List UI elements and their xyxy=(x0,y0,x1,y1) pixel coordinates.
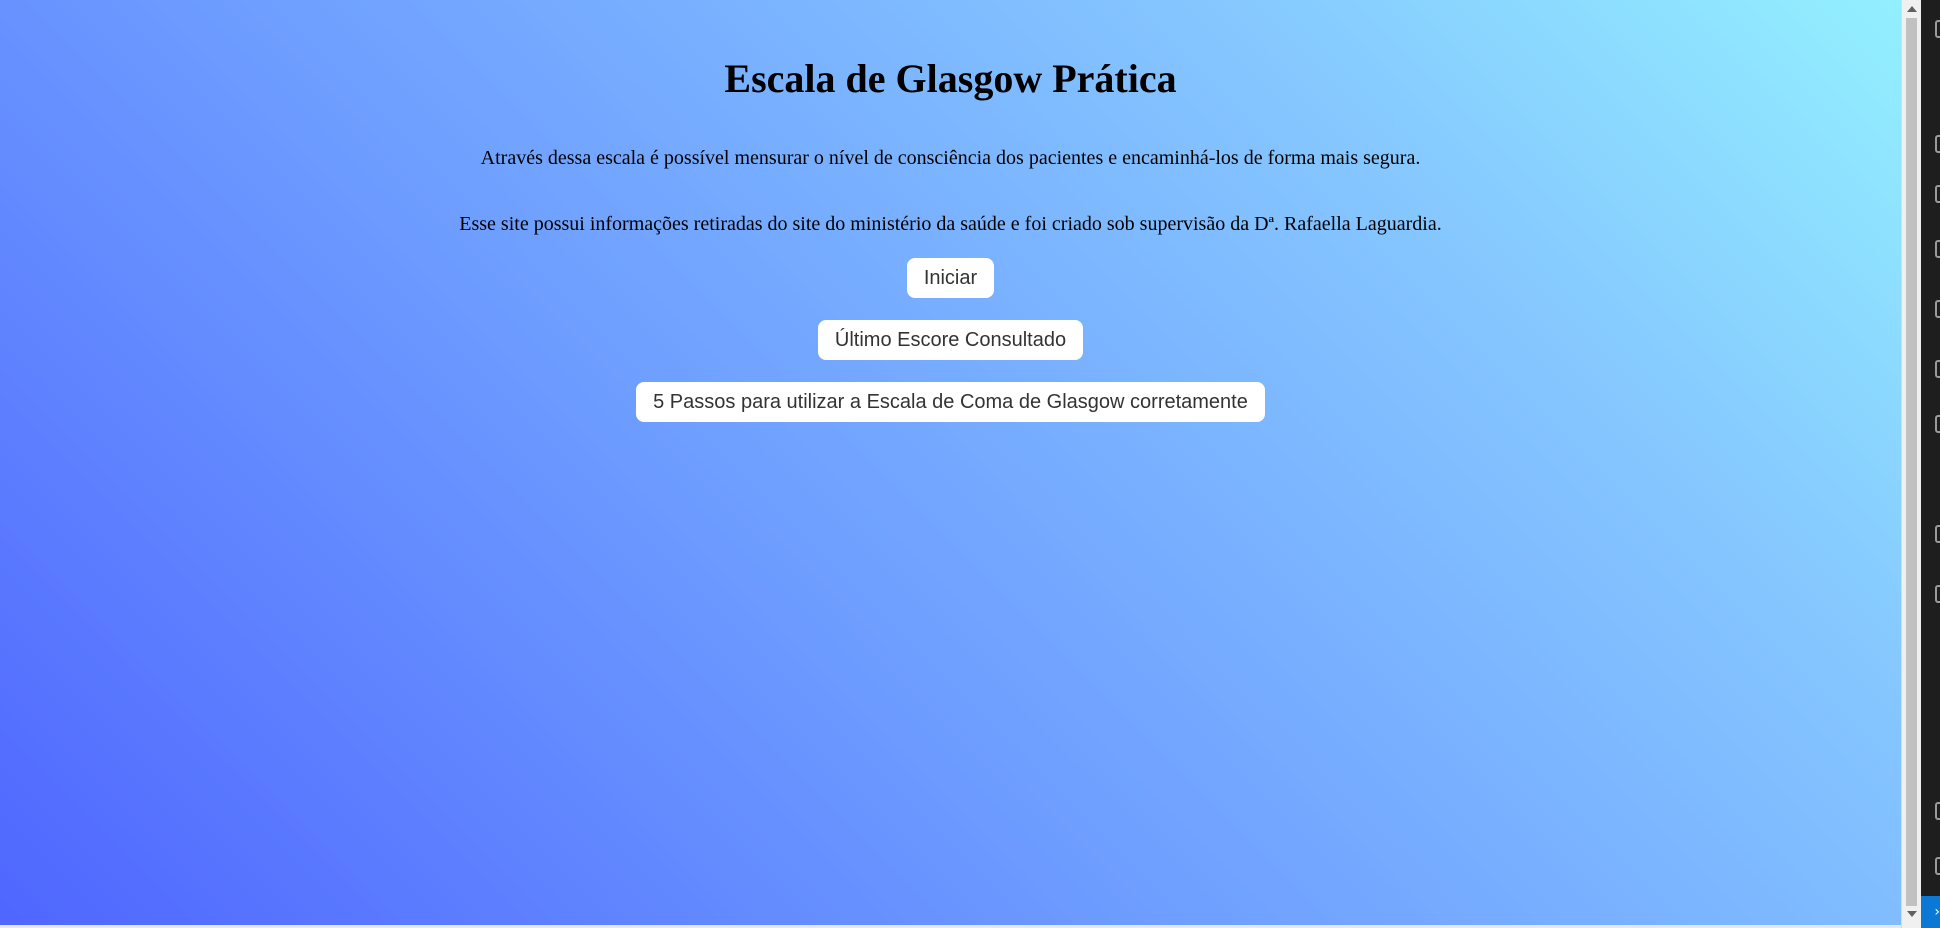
intro-text: Através dessa escala é possível mensurar… xyxy=(480,147,1421,169)
search-icon[interactable] xyxy=(1935,415,1940,433)
scroll-thumb[interactable] xyxy=(1906,18,1917,906)
device-icon[interactable] xyxy=(1935,525,1940,543)
scroll-up-icon[interactable] xyxy=(1907,6,1917,12)
copy-icon[interactable] xyxy=(1935,240,1940,258)
account-icon[interactable] xyxy=(1935,300,1940,318)
scroll-down-icon[interactable] xyxy=(1907,911,1917,917)
main-content: Escala de Glasgow Prática Através dessa … xyxy=(0,0,1901,422)
plugin-icon[interactable] xyxy=(1935,857,1940,875)
browser-viewport: Escala de Glasgow Prática Através dessa … xyxy=(0,0,1901,925)
start-button[interactable]: Iniciar xyxy=(906,258,995,298)
page-title: Escala de Glasgow Prática xyxy=(724,56,1177,101)
settings-icon[interactable] xyxy=(1935,585,1940,603)
expand-panel-icon[interactable]: › xyxy=(1921,896,1940,928)
gear-icon[interactable] xyxy=(1935,20,1940,38)
editor-side-panel: › xyxy=(1921,0,1940,928)
info-icon[interactable] xyxy=(1935,802,1940,820)
five-steps-button[interactable]: 5 Passos para utilizar a Escala de Coma … xyxy=(636,382,1265,422)
page-icon[interactable] xyxy=(1935,185,1940,203)
vertical-scrollbar[interactable] xyxy=(1901,0,1921,928)
extension-icon[interactable] xyxy=(1935,360,1940,378)
files-icon[interactable] xyxy=(1935,135,1940,153)
last-score-button[interactable]: Último Escore Consultado xyxy=(817,320,1084,360)
credits-text: Esse site possui informações retiradas d… xyxy=(459,213,1442,235)
